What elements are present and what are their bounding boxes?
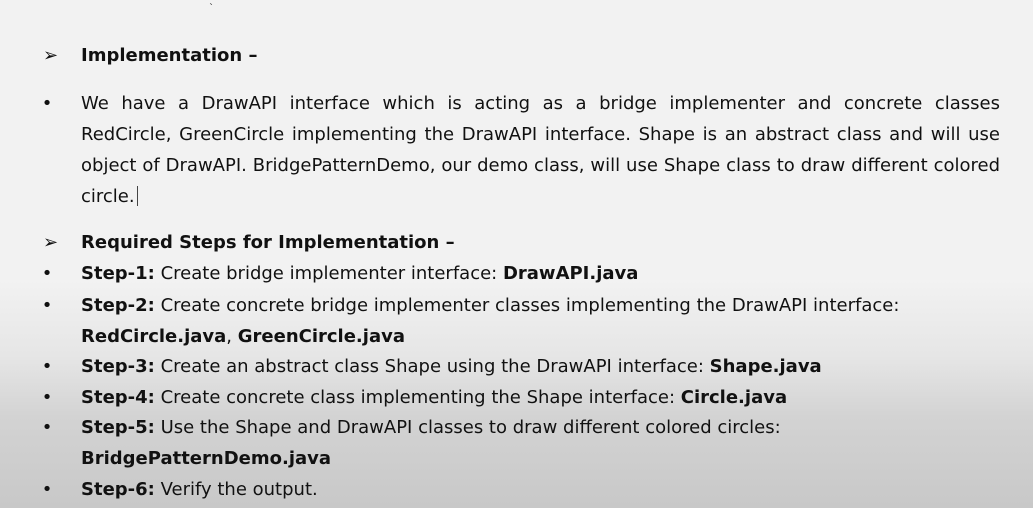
arrow-bullet-icon: ➢ <box>43 45 59 66</box>
arrow-bullet-icon: ➢ <box>43 232 59 253</box>
step-text: Create bridge implementer interface: <box>154 263 503 284</box>
step-text: Verify the output. <box>154 479 318 500</box>
step-text: Create an abstract class Shape using the… <box>154 356 710 377</box>
file-name: Circle.java <box>680 387 788 408</box>
step-3-list-item: • Step-3: Create an abstract class Shape… <box>40 351 1000 382</box>
required-steps-heading-text: Required Steps for Implementation – <box>81 232 455 253</box>
step-label: Step-1: <box>81 263 155 284</box>
step-label: Step-5: <box>81 417 155 438</box>
step-6-list-item: • Step-6: Verify the output. <box>40 474 1000 505</box>
text-cursor <box>136 186 138 206</box>
step-label: Step-4: <box>81 387 155 408</box>
bullet-icon: • <box>41 417 53 438</box>
step-label: Step-6: <box>81 479 155 500</box>
bullet-icon: • <box>41 356 53 377</box>
file-name: Shape.java <box>709 356 822 377</box>
step-5-list-item: • Step-5: Use the Shape and DrawAPI clas… <box>40 412 1000 474</box>
bullet-icon: • <box>41 93 53 114</box>
description-list-item: • We have a DrawAPI interface which is a… <box>40 88 1000 212</box>
stray-mark: ` <box>209 3 214 14</box>
step-text: Create concrete bridge implementer class… <box>154 295 900 316</box>
bullet-icon: • <box>41 263 53 284</box>
description-paragraph: We have a DrawAPI interface which is act… <box>81 93 1000 207</box>
step-1-list-item: • Step-1: Create bridge implementer inte… <box>40 258 1000 289</box>
step-label: Step-2: <box>81 295 155 316</box>
file-name: GreenCircle.java <box>237 326 405 347</box>
bullet-icon: • <box>41 295 53 316</box>
file-name: RedCircle.java <box>81 326 227 347</box>
step-text: Create concrete class implementing the S… <box>154 387 681 408</box>
bullet-icon: • <box>41 479 53 500</box>
implementation-heading-text: Implementation – <box>81 45 258 66</box>
slide-page: ` ➢ Implementation – • We have a DrawAPI… <box>0 0 1033 508</box>
file-name: BridgePatternDemo.java <box>81 448 332 469</box>
step-text: Use the Shape and DrawAPI classes to dra… <box>154 417 781 438</box>
file-name: DrawAPI.java <box>502 263 639 284</box>
bullet-icon: • <box>41 387 53 408</box>
file-separator: , <box>226 326 238 347</box>
step-label: Step-3: <box>81 356 155 377</box>
step-4-list-item: • Step-4: Create concrete class implemen… <box>40 382 1000 413</box>
step-2-list-item: • Step-2: Create concrete bridge impleme… <box>40 290 1000 352</box>
